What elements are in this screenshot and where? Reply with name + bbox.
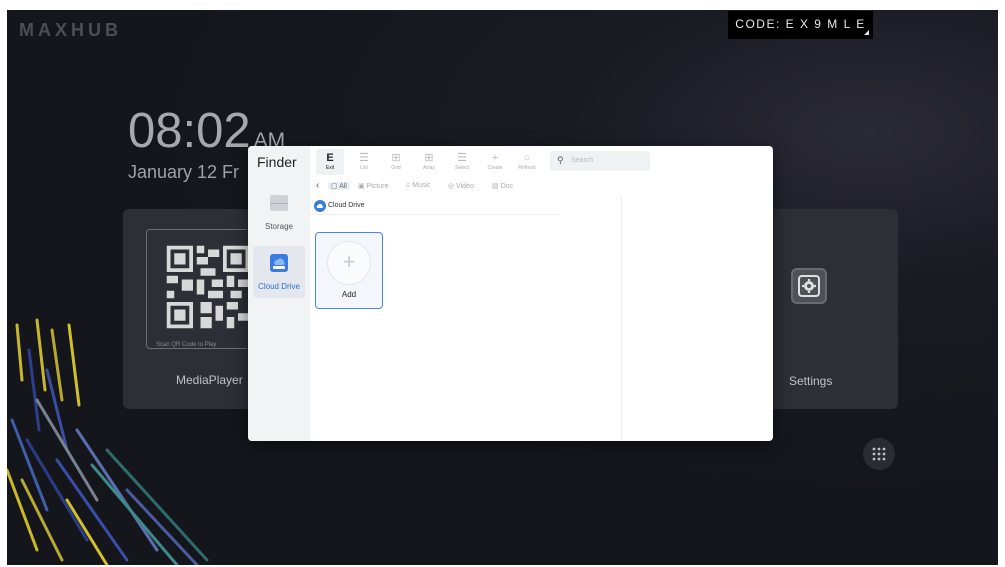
filter-all-label: All (339, 183, 347, 190)
refresh-button[interactable]: ○ Refresh (513, 149, 541, 175)
corner-arrow-icon (864, 30, 869, 35)
sidebar-item-cloud-drive[interactable]: Cloud Drive (253, 246, 305, 298)
grid-label: Grid (391, 165, 401, 171)
breadcrumb: Cloud Drive (310, 198, 560, 215)
grid-icon: ⊞ (391, 152, 401, 164)
search-input[interactable]: ⚲ Search (550, 151, 650, 171)
filter-video[interactable]: ◎ Video (448, 182, 474, 190)
filter-doc-label: Doc (500, 183, 514, 190)
array-button[interactable]: ⊞ Array (415, 149, 443, 175)
exit-button[interactable]: E Exit (316, 149, 344, 175)
refresh-label: Refresh (518, 165, 536, 171)
finder-sidebar: Finder Storage Cloud Drive (248, 146, 310, 441)
plus-icon: + (327, 241, 371, 285)
add-label: Add (341, 290, 357, 299)
finder-toolbar: E Exit ☰ List ⊞ Grid ⊞ Array ☰ Select + … (310, 146, 773, 178)
finder-window: Finder Storage Cloud Drive E Exit ☰ List… (248, 146, 773, 441)
list-view-button[interactable]: ☰ List (350, 149, 378, 175)
cloud-breadcrumb-icon (314, 200, 326, 212)
select-button[interactable]: ☰ Select (448, 149, 476, 175)
scan-qr-hint: Scan QR Code to Play (156, 342, 217, 348)
qr-code-icon (163, 242, 253, 332)
settings-label: Settings (789, 374, 833, 388)
finder-filter-bar: ‹ ▢ All ▣ Picture ♫ Music ◎ Video ▤ Doc (310, 178, 773, 196)
filter-music-label: Music (412, 182, 431, 189)
select-icon: ☰ (457, 152, 467, 164)
filter-music[interactable]: ♫ Music (405, 182, 430, 189)
storage-icon (270, 195, 288, 211)
filter-all[interactable]: ▢ All (328, 182, 350, 190)
cloud-drive-icon (270, 254, 288, 272)
meeting-code-badge[interactable]: CODE: E X 9 M L E (728, 11, 873, 39)
clock-date: January 12 Fr (128, 162, 240, 182)
brand-logo: MAXHUB (19, 20, 122, 40)
search-icon: ⚲ (557, 155, 564, 165)
list-icon: ☰ (359, 152, 369, 164)
sidebar-item-storage-label: Storage (264, 222, 294, 231)
filter-picture[interactable]: ▣ Picture (358, 182, 388, 190)
mediaplayer-label: MediaPlayer (176, 373, 243, 387)
exit-icon: E (326, 152, 334, 164)
settings-card[interactable]: Settings (773, 209, 898, 409)
grid-dots-icon (872, 447, 886, 461)
search-placeholder: Search (571, 157, 594, 164)
mediaplayer-card[interactable]: Scan QR Code to Play MediaPlayer (123, 209, 255, 409)
settings-gear-icon (791, 268, 827, 304)
list-label: List (360, 165, 368, 171)
filter-picture-label: Picture (366, 183, 389, 190)
add-cloud-drive-tile[interactable]: + Add (315, 232, 383, 309)
create-label: Create (487, 165, 503, 171)
breadcrumb-label: Cloud Drive (328, 202, 365, 209)
plus-icon: + (491, 152, 499, 164)
filter-video-label: Video (456, 183, 474, 190)
sidebar-item-storage[interactable]: Storage (253, 186, 305, 238)
refresh-icon: ○ (523, 152, 531, 164)
grid-view-button[interactable]: ⊞ Grid (382, 149, 410, 175)
apps-grid-button[interactable] (863, 438, 895, 470)
filter-doc[interactable]: ▤ Doc (492, 182, 513, 190)
desktop-screen: MAXHUB CODE: E X 9 M L E 08:02 AM January… (7, 10, 998, 565)
array-icon: ⊞ (424, 152, 434, 164)
array-label: Array (423, 165, 435, 171)
exit-label: Exit (325, 165, 335, 171)
back-chevron-icon[interactable]: ‹ (316, 180, 319, 191)
sidebar-item-cloud-drive-label: Cloud Drive (258, 282, 300, 291)
create-button[interactable]: + Create (481, 149, 509, 175)
meeting-code-label: CODE: E X 9 M L E (735, 17, 866, 31)
clock-time-value: 08:02 (128, 104, 251, 158)
pane-divider (621, 196, 622, 441)
select-label: Select (455, 165, 469, 171)
finder-title: Finder (257, 154, 297, 170)
